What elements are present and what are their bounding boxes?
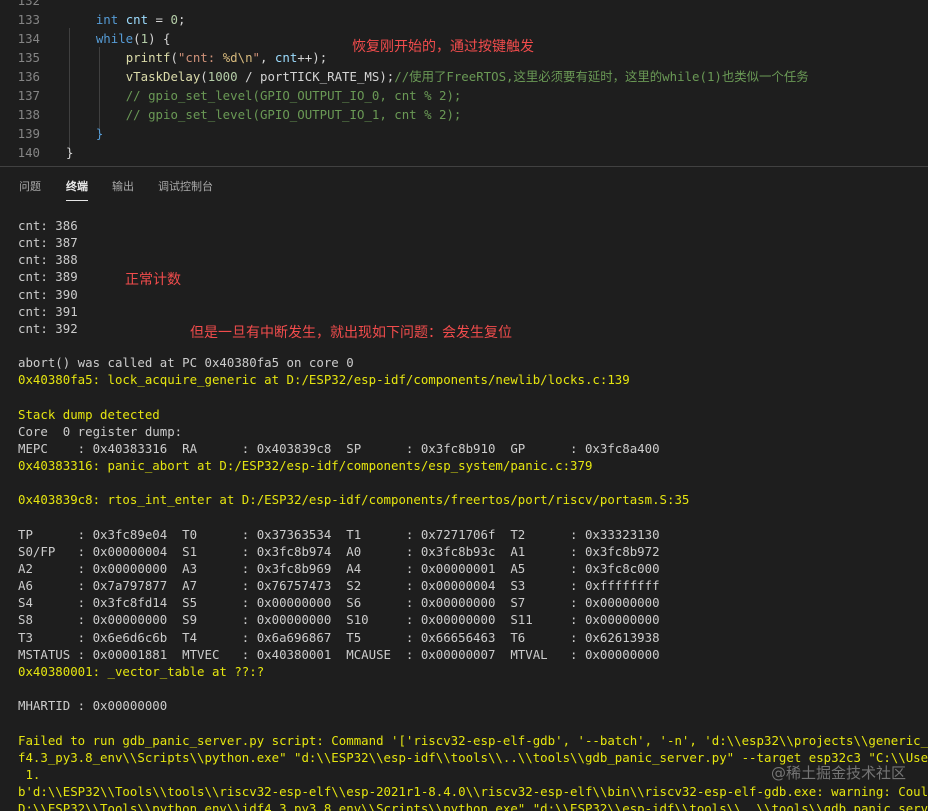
terminal-line: S0/FP : 0x00000004 S1 : 0x3fc8b974 A0 : … — [18, 543, 660, 559]
terminal-line: cnt: 388 — [18, 252, 78, 268]
line-number: 133 — [17, 12, 40, 27]
terminal-line: b'd:\\ESP32\\Tools\\tools\\riscv32-esp-e… — [18, 783, 928, 799]
code-token: 1 — [140, 31, 149, 46]
code-token: } — [66, 145, 74, 160]
code-token: %d\n — [222, 50, 253, 65]
code-line: 133 int cnt = 0; — [0, 10, 928, 29]
interrupt-annotation: 但是一旦有中断发生，就出现如下问题：会发生复位 — [190, 325, 512, 341]
terminal-line: Stack dump detected — [18, 406, 160, 422]
code-token: cnt — [125, 12, 149, 27]
terminal-line: S4 : 0x3fc8fd14 S5 : 0x00000000 S6 : 0x0… — [18, 595, 660, 611]
code-line: 138 // gpio_set_level(GPIO_OUTPUT_IO_1, … — [0, 105, 928, 124]
line-number: 139 — [17, 126, 40, 141]
code-token: = — [148, 12, 171, 27]
terminal-line: cnt: 389 — [18, 269, 78, 285]
terminal-line: Core 0 register dump: — [18, 423, 183, 439]
line-number: 137 — [17, 88, 40, 103]
tab-debug-console[interactable]: 调试控制台 — [158, 178, 213, 194]
terminal-line: abort() was called at PC 0x40380fa5 on c… — [18, 355, 354, 371]
code-token: 0 — [170, 12, 178, 27]
code-token: // gpio_set_level(GPIO_OUTPUT_IO_0, cnt … — [125, 88, 462, 103]
terminal-line: 0x40380fa5: lock_acquire_generic at D:/E… — [18, 372, 630, 388]
normal-count-annotation: 正常计数 — [125, 272, 181, 288]
terminal-line: S8 : 0x00000000 S9 : 0x00000000 S10 : 0x… — [18, 612, 660, 628]
terminal-line: MHARTID : 0x00000000 — [18, 698, 168, 714]
terminal-line: cnt: 391 — [18, 303, 78, 319]
line-number: 134 — [17, 31, 40, 46]
code-text: } — [66, 124, 103, 143]
code-text: // gpio_set_level(GPIO_OUTPUT_IO_0, cnt … — [66, 86, 462, 105]
tab-problems[interactable]: 问题 — [19, 178, 41, 194]
code-token: printf — [125, 50, 171, 65]
code-token: int — [95, 12, 119, 27]
line-number: 140 — [17, 145, 40, 160]
line-number: 135 — [17, 50, 40, 65]
code-text: } — [66, 143, 73, 162]
code-token: // gpio_set_level(GPIO_OUTPUT_IO_1, cnt … — [125, 107, 462, 122]
line-number: 132 — [17, 0, 40, 8]
terminal-line: T3 : 0x6e6d6c6b T4 : 0x6a696867 T5 : 0x6… — [18, 629, 660, 645]
code-token: } — [66, 126, 104, 141]
code-token: ; — [177, 12, 186, 27]
terminal-line: 1. — [18, 766, 41, 782]
tab-output[interactable]: 输出 — [112, 178, 134, 194]
code-token: ( — [170, 50, 178, 65]
terminal-line: cnt: 392 — [18, 320, 78, 336]
code-editor[interactable]: 132 133 int cnt = 0; 134 while(1) {135 pri… — [0, 0, 928, 166]
code-text: int cnt = 0; — [66, 10, 186, 29]
code-token: ( — [133, 31, 141, 46]
terminal-line: D:\\ESP32\\Tools\\python_env\\idf4.3_py3… — [18, 801, 928, 811]
code-token: vTaskDelay — [125, 69, 201, 84]
code-token: / portTICK_RATE_MS); — [237, 69, 395, 84]
panel-tabs: 问题 终端 输出 调试控制台 — [0, 167, 928, 205]
terminal-line: MSTATUS : 0x00001881 MTVEC : 0x40380001 … — [18, 646, 660, 662]
code-token: cnt — [274, 50, 298, 65]
code-token: , — [260, 50, 275, 65]
terminal-line: cnt: 390 — [18, 286, 78, 302]
terminal-line: 0x40383316: panic_abort at D:/ESP32/esp-… — [18, 458, 593, 474]
code-token: 1000 — [207, 69, 238, 84]
code-text: vTaskDelay(1000 / portTICK_RATE_MS);//使用… — [66, 67, 809, 86]
watermark: @稀土掘金技术社区 — [770, 764, 906, 782]
code-line: 139 } — [0, 124, 928, 143]
code-text: printf("cnt: %d\n", cnt++); — [66, 48, 327, 67]
code-token: ++); — [297, 50, 328, 65]
terminal-line: 0x40380001: _vector_table at ??:? — [18, 663, 265, 679]
line-number: 136 — [17, 69, 40, 84]
editor-annotation: 恢复刚开始的，通过按键触发 — [352, 39, 534, 55]
code-line: 137 // gpio_set_level(GPIO_OUTPUT_IO_0, … — [0, 86, 928, 105]
terminal-line: MEPC : 0x40383316 RA : 0x403839c8 SP : 0… — [18, 440, 660, 456]
terminal-line: cnt: 387 — [18, 235, 78, 251]
code-text: // gpio_set_level(GPIO_OUTPUT_IO_1, cnt … — [66, 105, 462, 124]
terminal-line: 0x403839c8: rtos_int_enter at D:/ESP32/e… — [18, 492, 690, 508]
bottom-panel: 问题 终端 输出 调试控制台 cnt: 386 cnt: 387 cnt: 388 c… — [0, 166, 928, 811]
terminal-line: cnt: 386 — [18, 218, 78, 233]
code-token: //使用了FreeRTOS,这里必须要有延时，这里的while(1)也类似一个任… — [394, 69, 809, 84]
code-line: 132 — [0, 0, 928, 10]
terminal-line: TP : 0x3fc89e04 T0 : 0x37363534 T1 : 0x7… — [18, 526, 660, 542]
code-token: ( — [200, 69, 208, 84]
code-token: "cnt: — [177, 50, 223, 65]
code-token: ) { — [148, 31, 171, 46]
line-number: 138 — [17, 107, 40, 122]
code-text: while(1) { — [66, 29, 171, 48]
terminal-line: Failed to run gdb_panic_server.py script… — [18, 732, 928, 748]
code-line: 136 vTaskDelay(1000 / portTICK_RATE_MS);… — [0, 67, 928, 86]
code-line: 140} — [0, 143, 928, 162]
terminal-line: A2 : 0x00000000 A3 : 0x3fc8b969 A4 : 0x0… — [18, 561, 660, 576]
terminal-line: A6 : 0x7a797877 A7 : 0x76757473 S2 : 0x0… — [18, 578, 660, 594]
code-token: while — [95, 31, 134, 46]
tab-terminal[interactable]: 终端 — [66, 178, 88, 201]
code-token: " — [252, 50, 260, 65]
